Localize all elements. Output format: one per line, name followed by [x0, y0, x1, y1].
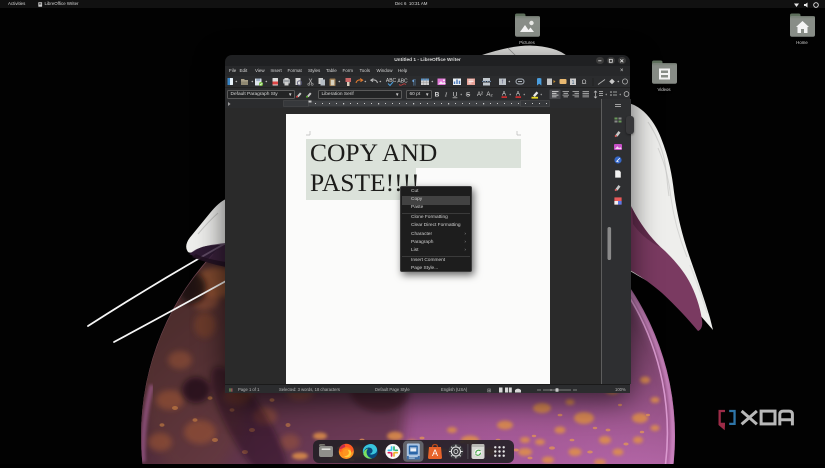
svg-text:A: A	[432, 448, 438, 458]
svg-text:U: U	[453, 92, 458, 99]
svg-text:Ω: Ω	[582, 79, 587, 86]
svg-text:A₂: A₂	[486, 92, 493, 98]
svg-text:ABC: ABC	[397, 79, 408, 85]
svg-text:ABC: ABC	[386, 78, 397, 84]
svg-text:¶: ¶	[412, 78, 416, 87]
svg-text:⊞: ⊞	[487, 388, 491, 393]
svg-text:I: I	[444, 92, 448, 99]
svg-text:1: 1	[572, 80, 575, 86]
svg-text:B: B	[435, 92, 440, 99]
svg-text:A²: A²	[477, 92, 483, 98]
svg-text:S: S	[466, 92, 471, 99]
